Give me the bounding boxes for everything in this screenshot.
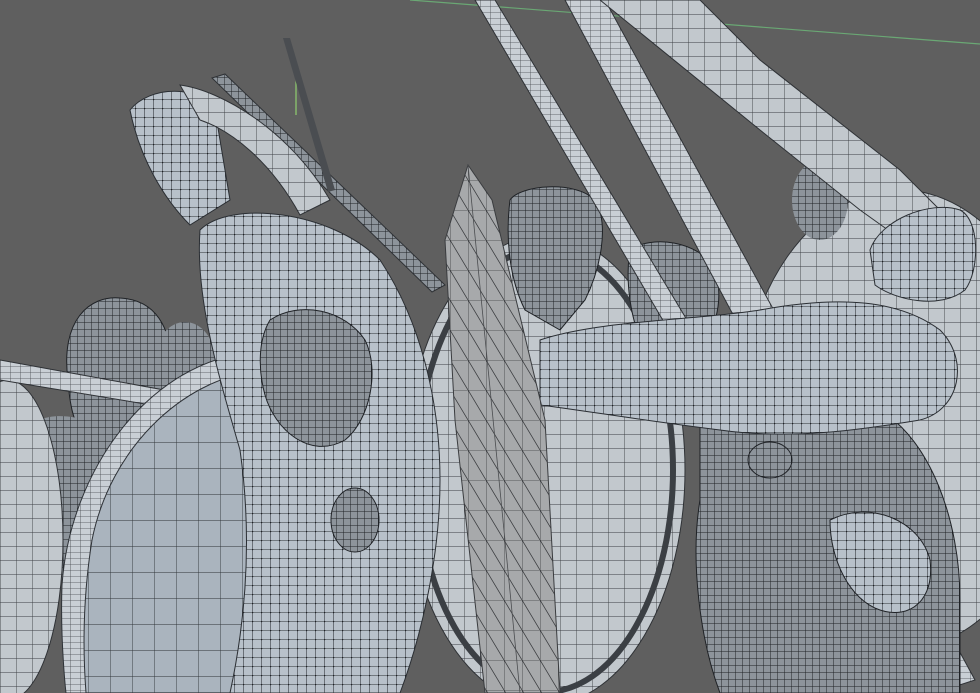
3d-viewport[interactable] <box>0 0 980 693</box>
warrior-belt-buckle <box>330 487 380 553</box>
warrior-elbow-detail <box>747 441 793 479</box>
wireframe-scene[interactable] <box>0 0 980 693</box>
